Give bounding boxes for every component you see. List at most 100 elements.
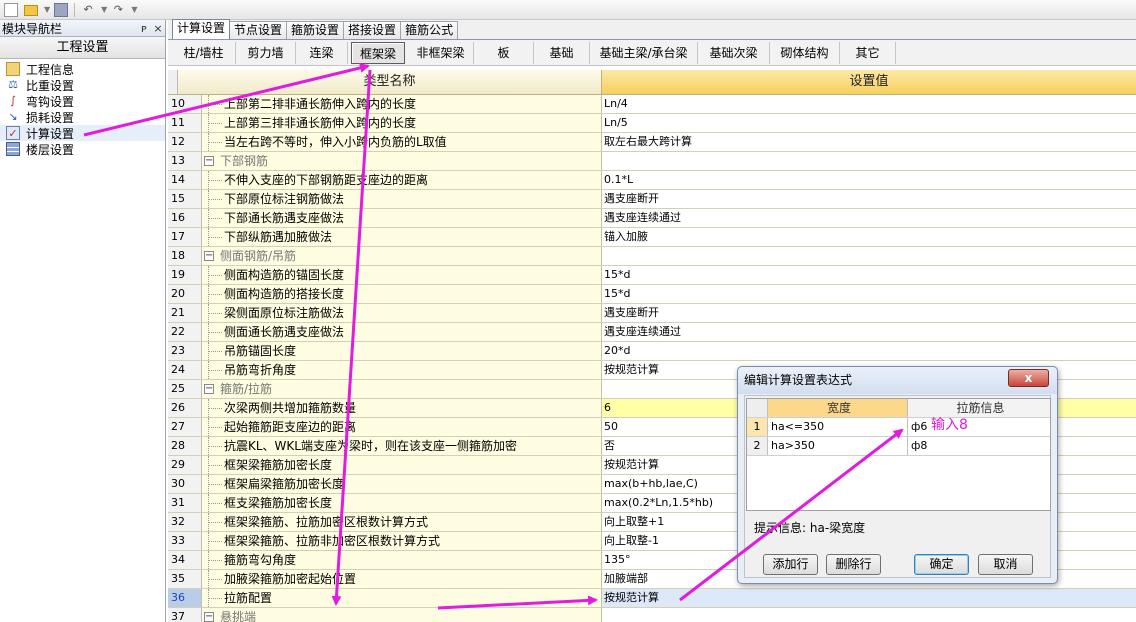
pin-icon[interactable]: ᴘ xyxy=(137,22,151,35)
undo-dropdown-icon[interactable]: ▼ xyxy=(101,5,107,14)
subtab-coupling-beam[interactable]: 连梁 xyxy=(296,41,348,64)
grid-row[interactable]: 17 下部纵筋遇加腋做法 锚入加腋 xyxy=(168,228,1136,247)
tie-cell[interactable]: ф8 xyxy=(908,437,1050,455)
grid-row[interactable]: 14 不伸入支座的下部钢筋距支座边的距离 0.1*L xyxy=(168,171,1136,190)
row-value-cell[interactable]: 15*d xyxy=(602,266,1136,284)
grid-header-number xyxy=(168,70,178,94)
save-icon[interactable] xyxy=(54,2,69,17)
nav-item-hook[interactable]: ∫ 弯钩设置 xyxy=(0,93,165,109)
grid-row[interactable]: 21 梁侧面原位标注筋做法 遇支座断开 xyxy=(168,304,1136,323)
row-value-cell[interactable]: 遇支座连续通过 xyxy=(602,323,1136,341)
row-name: 次梁两侧共增加箍筋数量 xyxy=(224,401,357,415)
row-name-cell: 抗震KL、WKL端支座为梁时，则在该支座一侧箍筋加密 xyxy=(202,437,602,455)
row-name-cell: 框架梁箍筋、拉筋加密区根数计算方式 xyxy=(202,513,602,531)
nav-item-calc-settings[interactable]: ✓ 计算设置 xyxy=(0,125,165,141)
nav-section-title[interactable]: 工程设置 xyxy=(0,37,165,59)
subtab-slab[interactable]: 板 xyxy=(474,41,534,64)
tree-branch xyxy=(208,484,222,485)
dialog-body: 宽度 拉筋信息 1 ha<=350 ф6 2 ha>350 ф8 提示信息: h… xyxy=(744,395,1051,578)
grid-row[interactable]: 19 侧面构造筋的锚固长度 15*d xyxy=(168,266,1136,285)
subtab-non-frame-beam[interactable]: 非框架梁 xyxy=(408,41,474,64)
width-cell[interactable]: ha<=350 xyxy=(768,418,908,436)
row-value-cell[interactable]: 遇支座断开 xyxy=(602,190,1136,208)
tree-branch xyxy=(208,218,222,219)
nav-item-label: 比重设置 xyxy=(26,78,75,93)
close-icon[interactable]: × xyxy=(151,22,165,35)
tab-lap-settings[interactable]: 搭接设置 xyxy=(343,21,402,39)
grid-row[interactable]: 12 当左右跨不等时，伸入小跨内负筋的L取值 取左右最大跨计算 xyxy=(168,133,1136,152)
row-value-cell[interactable]: Ln/5 xyxy=(602,114,1136,132)
new-file-icon[interactable] xyxy=(4,2,18,17)
width-cell[interactable]: ha>350 xyxy=(768,437,908,455)
nav-item-loss[interactable]: ↘ 损耗设置 xyxy=(0,109,165,125)
row-number: 27 xyxy=(168,418,202,436)
tab-stirrup-settings[interactable]: 箍筋设置 xyxy=(286,21,345,39)
open-folder-icon[interactable] xyxy=(24,5,38,16)
tab-stirrup-formula[interactable]: 箍筋公式 xyxy=(400,21,459,39)
row-value-cell[interactable]: 20*d xyxy=(602,342,1136,360)
grid-row[interactable]: 20 侧面构造筋的搭接长度 15*d xyxy=(168,285,1136,304)
grid-row[interactable]: 36 拉筋配置 按规范计算 xyxy=(168,589,1136,608)
collapse-icon[interactable]: − xyxy=(204,156,214,166)
grid-section-row[interactable]: 37− 悬挑端 xyxy=(168,608,1136,622)
collapse-icon[interactable]: − xyxy=(204,612,214,622)
row-name: 箍筋/拉筋 xyxy=(220,382,273,396)
cancel-button[interactable]: 取消 xyxy=(978,554,1033,575)
floor-icon xyxy=(6,142,20,156)
subtab-shear-wall[interactable]: 剪力墙 xyxy=(236,41,296,64)
row-name: 侧面钢筋/吊筋 xyxy=(220,249,297,263)
row-value-cell[interactable] xyxy=(602,608,1136,622)
dialog-close-button[interactable]: x xyxy=(1008,369,1049,387)
undo-icon[interactable]: ↶ xyxy=(81,3,95,17)
grid-row[interactable]: 11 上部第三排非通长筋伸入跨内的长度 Ln/5 xyxy=(168,114,1136,133)
row-number: 26 xyxy=(168,399,202,417)
row-number: 14 xyxy=(168,171,202,189)
grid-section-row[interactable]: 13− 下部钢筋 xyxy=(168,152,1136,171)
row-value-cell[interactable] xyxy=(602,247,1136,265)
grid-row[interactable]: 22 侧面通长筋遇支座做法 遇支座连续通过 xyxy=(168,323,1136,342)
row-value-cell[interactable]: Ln/4 xyxy=(602,95,1136,113)
subtab-foundation-secondary-beam[interactable]: 基础次梁 xyxy=(698,41,770,64)
row-value-cell[interactable]: 锚入加腋 xyxy=(602,228,1136,246)
row-value-cell[interactable]: 0.1*L xyxy=(602,171,1136,189)
open-dropdown-icon[interactable]: ▼ xyxy=(44,5,50,14)
table-row[interactable]: 1 ha<=350 ф6 xyxy=(747,418,1050,437)
ok-button[interactable]: 确定 xyxy=(914,554,969,575)
grid-row[interactable]: 16 下部通长筋遇支座做法 遇支座连续通过 xyxy=(168,209,1136,228)
grid-row[interactable]: 23 吊筋锚固长度 20*d xyxy=(168,342,1136,361)
grid-section-row[interactable]: 18− 侧面钢筋/吊筋 xyxy=(168,247,1136,266)
subtab-foundation[interactable]: 基础 xyxy=(534,41,590,64)
redo-icon[interactable]: ↷ xyxy=(111,3,125,17)
tab-node-settings[interactable]: 节点设置 xyxy=(229,21,288,39)
row-value-cell[interactable]: 取左右最大跨计算 xyxy=(602,133,1136,151)
row-value-cell[interactable] xyxy=(602,152,1136,170)
subtab-masonry[interactable]: 砌体结构 xyxy=(770,41,840,64)
subtab-foundation-main-beam[interactable]: 基础主梁/承台梁 xyxy=(590,41,698,64)
table-row[interactable]: 2 ha>350 ф8 xyxy=(747,437,1050,456)
row-number: 25 xyxy=(168,380,202,398)
subtab-other[interactable]: 其它 xyxy=(840,41,896,64)
collapse-icon[interactable]: − xyxy=(204,384,214,394)
subtab-frame-beam[interactable]: 框架梁 xyxy=(351,41,405,64)
row-value-cell[interactable]: 按规范计算 xyxy=(602,589,1136,607)
collapse-icon[interactable]: − xyxy=(204,251,214,261)
tree-branch xyxy=(208,427,222,428)
redo-dropdown-icon[interactable]: ▼ xyxy=(131,5,137,14)
tree-branch xyxy=(208,598,222,599)
nav-item-floor[interactable]: 楼层设置 xyxy=(0,141,165,157)
row-number: 34 xyxy=(168,551,202,569)
grid-row[interactable]: 15 下部原位标注钢筋做法 遇支座断开 xyxy=(168,190,1136,209)
subtab-column[interactable]: 柱/墙柱 xyxy=(172,41,236,64)
row-value-cell[interactable]: 15*d xyxy=(602,285,1136,303)
delete-row-button[interactable]: 删除行 xyxy=(826,554,881,575)
row-value-cell[interactable]: 遇支座断开 xyxy=(602,304,1136,322)
tree-branch xyxy=(208,180,222,181)
tie-cell[interactable]: ф6 xyxy=(908,418,1050,436)
grid-row[interactable]: 10 上部第二排非通长筋伸入跨内的长度 Ln/4 xyxy=(168,95,1136,114)
row-name-cell: 拉筋配置 xyxy=(202,589,602,607)
nav-item-project-info[interactable]: 工程信息 xyxy=(0,61,165,77)
tab-calc-settings[interactable]: 计算设置 xyxy=(172,19,231,39)
add-row-button[interactable]: 添加行 xyxy=(763,554,818,575)
row-value-cell[interactable]: 遇支座连续通过 xyxy=(602,209,1136,227)
nav-item-weight[interactable]: ⚖ 比重设置 xyxy=(0,77,165,93)
